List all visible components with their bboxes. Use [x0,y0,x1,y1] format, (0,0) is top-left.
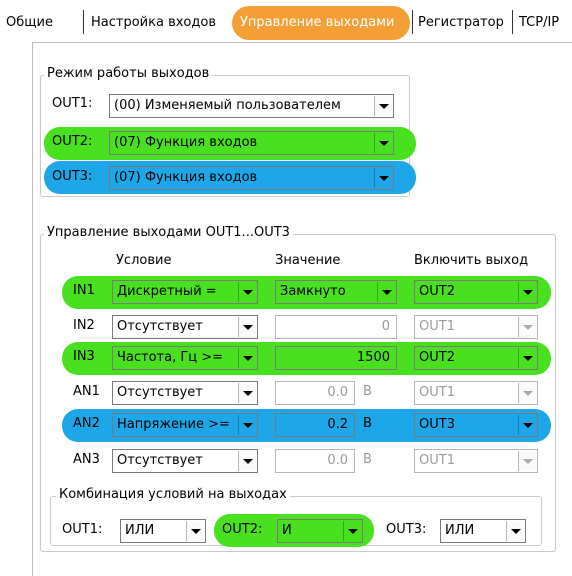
an3-output-value: OUT1 [419,453,455,468]
combination-title: Комбинация условий на выходах [56,487,290,502]
in3-value-field[interactable]: 1500 [275,346,397,370]
an1-label: AN1 [73,384,100,399]
an3-unit: В [363,452,372,467]
an2-condition-value: Напряжение >= [117,417,230,432]
combo-out3-select[interactable]: ИЛИ [440,519,526,543]
in3-condition-select[interactable]: Частота, Гц >= [112,346,258,370]
out1-mode-value: (00) Изменяемый пользователем [114,98,341,113]
in2-condition-value: Отсутствует [117,319,203,334]
an2-output-select[interactable]: OUT3 [414,413,538,437]
combo-out2-select[interactable]: И [277,519,363,543]
tab-separator [412,10,413,34]
chevron-down-icon[interactable] [238,383,256,403]
in1-condition-value: Дискретный = [117,284,217,299]
chevron-down-icon[interactable] [238,348,256,368]
in3-label: IN3 [73,349,95,364]
combo-out3-value: ИЛИ [445,523,475,538]
chevron-down-icon[interactable] [238,282,256,302]
an3-condition-select[interactable]: Отсутствует [112,449,258,473]
out2-mode-value: (07) Функция входов [114,135,258,150]
combo-out1-select[interactable]: ИЛИ [120,519,206,543]
chevron-down-icon[interactable] [343,521,361,541]
an3-condition-value: Отсутствует [117,453,203,468]
an2-unit: В [363,416,372,431]
chevron-down-icon[interactable] [506,521,524,541]
chevron-down-icon[interactable] [374,133,392,153]
chevron-down-icon[interactable] [377,282,395,302]
combo-out1-value: ИЛИ [125,523,155,538]
tab-separator [83,10,84,34]
an1-value-field[interactable]: 0.0 [275,381,355,405]
an3-output-select[interactable]: OUT1 [414,449,538,473]
in1-condition-select[interactable]: Дискретный = [112,280,258,304]
chevron-down-icon[interactable] [186,521,204,541]
combo-out2-value: И [282,523,292,538]
tab-tcpip[interactable]: TCP/IP [515,6,563,40]
an3-value-field[interactable]: 0.0 [275,449,355,473]
chevron-down-icon[interactable] [238,451,256,471]
in2-value-field[interactable]: 0 [275,315,397,339]
chevron-down-icon[interactable] [518,383,536,403]
out3-mode-label: OUT3: [52,169,93,184]
chevron-down-icon[interactable] [374,96,392,116]
in3-condition-value: Частота, Гц >= [117,350,224,365]
chevron-down-icon[interactable] [238,317,256,337]
header-value: Значение [275,253,341,268]
in1-label: IN1 [73,283,95,298]
chevron-down-icon[interactable] [518,348,536,368]
an3-label: AN3 [73,452,100,467]
in1-value-select[interactable]: Замкнуто [275,280,397,304]
an1-unit: В [363,384,372,399]
in1-value: Замкнуто [280,284,346,299]
an2-value-field[interactable]: 0.2 [275,413,355,437]
chevron-down-icon[interactable] [238,415,256,435]
tab-recorder[interactable]: Регистратор [414,6,508,40]
an1-output-select[interactable]: OUT1 [414,381,538,405]
an2-output-value: OUT3 [419,417,455,432]
in1-output-value: OUT2 [419,284,455,299]
in2-label: IN2 [73,318,95,333]
header-enable-output: Включить выход [414,253,529,268]
combo-out1-label: OUT1: [62,522,103,537]
in3-output-value: OUT2 [419,350,455,365]
out1-mode-label: OUT1: [52,96,93,111]
an2-label: AN2 [73,416,100,431]
tab-separator [512,10,513,34]
out2-mode-label: OUT2: [52,134,93,149]
chevron-down-icon[interactable] [518,415,536,435]
out2-mode-select[interactable]: (07) Функция входов [109,131,394,155]
an1-condition-select[interactable]: Отсутствует [112,381,258,405]
chevron-down-icon[interactable] [374,168,392,188]
chevron-down-icon[interactable] [518,317,536,337]
out1-mode-select[interactable]: (00) Изменяемый пользователем [109,94,394,118]
chevron-down-icon[interactable] [518,451,536,471]
an1-output-value: OUT1 [419,385,455,400]
in2-condition-select[interactable]: Отсутствует [112,315,258,339]
tab-input-settings[interactable]: Настройка входов [87,6,220,40]
out3-mode-value: (07) Функция входов [114,170,258,185]
combo-out3-label: OUT3: [386,522,427,537]
in2-output-select[interactable]: OUT1 [414,315,538,339]
in2-output-value: OUT1 [419,319,455,334]
out3-mode-select[interactable]: (07) Функция входов [109,166,394,190]
output-mode-title: Режим работы выходов [44,66,213,81]
chevron-down-icon[interactable] [518,282,536,302]
combo-out2-label: OUT2: [222,522,263,537]
panel-border-left [32,42,33,576]
in1-output-select[interactable]: OUT2 [414,280,538,304]
in3-output-select[interactable]: OUT2 [414,346,538,370]
tab-general[interactable]: Общие [2,6,57,40]
an2-condition-select[interactable]: Напряжение >= [112,413,258,437]
an1-condition-value: Отсутствует [117,385,203,400]
tab-output-control[interactable]: Управление выходами [236,6,398,40]
panel-border-top [32,42,572,43]
header-condition: Условие [116,253,172,268]
output-control-title: Управление выходами OUT1...OUT3 [44,225,293,240]
